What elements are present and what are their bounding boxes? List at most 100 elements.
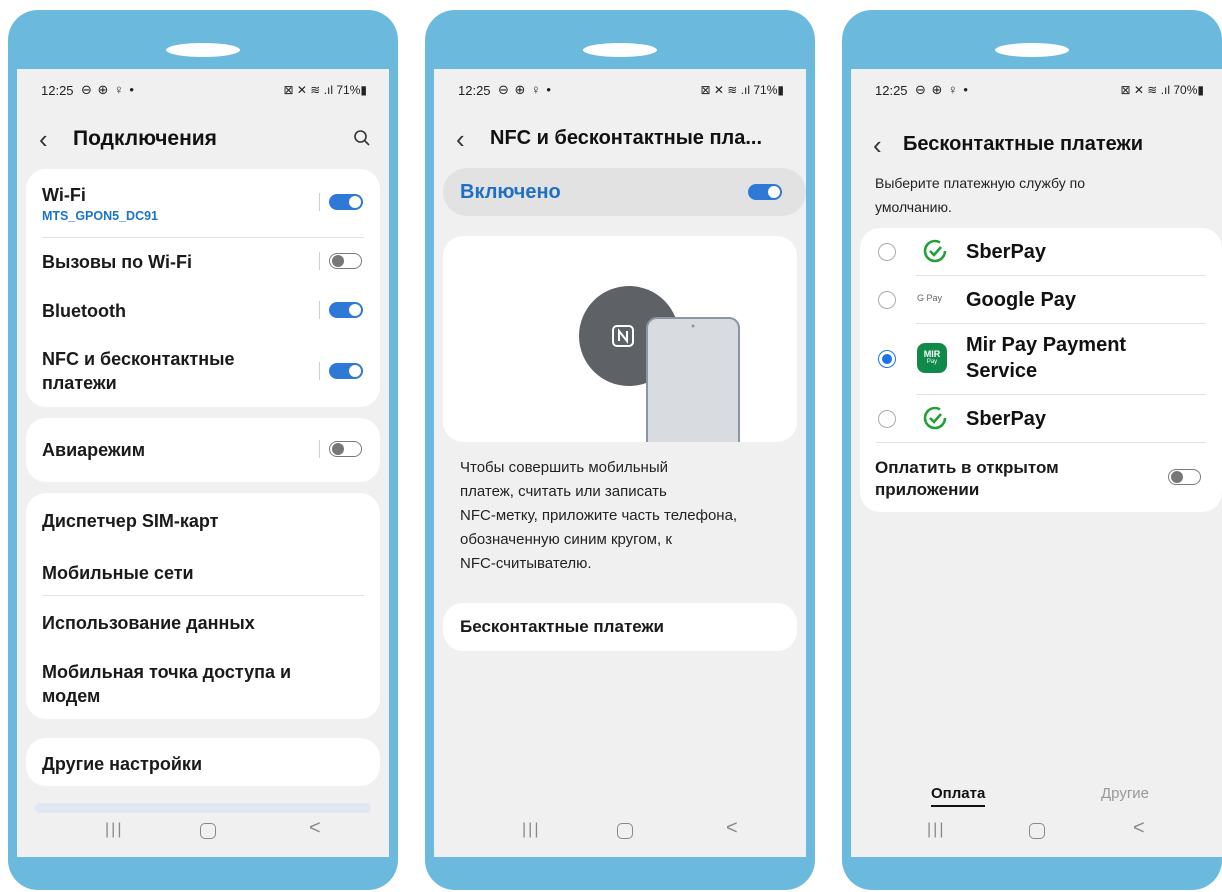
- enabled-bar[interactable]: Включено: [443, 168, 806, 216]
- search-icon[interactable]: [353, 129, 371, 147]
- page-title: NFC и бесконтактные пла...: [490, 127, 763, 149]
- nfc-toggle[interactable]: [329, 363, 363, 379]
- radio-button-selected[interactable]: [878, 350, 896, 368]
- status-time: 12:25: [41, 83, 74, 98]
- status-icons: ⊖ ⊕ ♀ •: [915, 82, 969, 97]
- data-usage-row[interactable]: Использование данных: [26, 596, 380, 646]
- pay-in-open-app-row[interactable]: Оплатить в открытом приложении: [860, 443, 1222, 512]
- sberpay-logo-icon: [923, 239, 947, 263]
- wifi-row[interactable]: Wi-Fi MTS_GPON5_DC91: [26, 169, 380, 237]
- payment-option-mir-pay[interactable]: MIR Pay Mir Pay Payment Service: [860, 324, 1222, 394]
- airplane-toggle[interactable]: [329, 441, 362, 457]
- radio-button[interactable]: [878, 291, 896, 309]
- page-title: Бесконтактные платежи: [903, 133, 1143, 155]
- payments-subtitle: Выберите платежную службу по умолчанию.: [875, 171, 1085, 219]
- hotspot-label-line2: модем: [42, 686, 101, 706]
- back-icon[interactable]: ‹: [873, 131, 882, 159]
- nfc-label-line1: NFC и бесконтактные: [42, 349, 235, 369]
- enabled-label: Включено: [460, 181, 561, 203]
- wifi-calls-toggle[interactable]: [329, 253, 362, 269]
- speaker: [583, 43, 657, 57]
- nav-bar: ||| <: [851, 807, 1222, 857]
- wifi-toggle[interactable]: [329, 194, 363, 210]
- payment-label: SberPay: [966, 408, 1047, 430]
- status-time: 12:25: [875, 83, 908, 98]
- payment-label-line2: Service: [966, 360, 1038, 382]
- pay-in-open-app-label-line1: Оплатить в открытом: [875, 458, 1059, 477]
- nfc-illustration-card: [443, 236, 797, 442]
- payment-option-sberpay[interactable]: SberPay: [860, 228, 1222, 275]
- home-icon[interactable]: [200, 823, 216, 839]
- phone-frame-connections: 12:25 ⊖ ⊕ ♀ • ⊠ ✕ ≋ .ıl 71%▮ ‹ Подключен…: [8, 10, 398, 890]
- recent-apps-icon[interactable]: |||: [927, 821, 945, 839]
- bluetooth-label: Bluetooth: [42, 301, 126, 321]
- bluetooth-row[interactable]: Bluetooth: [26, 287, 380, 335]
- divider: [319, 362, 320, 380]
- divider: [319, 440, 320, 458]
- contactless-payments-label: Бесконтактные платежи: [460, 617, 664, 636]
- back-icon[interactable]: ‹: [39, 125, 48, 153]
- divider: [319, 252, 320, 270]
- connections-card: Wi-Fi MTS_GPON5_DC91 Вызовы по Wi-Fi Blu…: [26, 169, 380, 407]
- other-settings-label: Другие настройки: [42, 754, 203, 774]
- payment-option-sberpay[interactable]: SberPay: [860, 395, 1222, 442]
- back-icon[interactable]: ‹: [456, 125, 465, 153]
- contactless-payments-row[interactable]: Бесконтактные платежи: [443, 603, 797, 651]
- nav-back-icon[interactable]: <: [726, 817, 738, 840]
- payment-option-google-pay[interactable]: G Pay Google Pay: [860, 276, 1222, 323]
- home-icon[interactable]: [1029, 823, 1045, 839]
- other-settings-card: Другие настройки: [26, 738, 380, 786]
- status-bar: 12:25 ⊖ ⊕ ♀ • ⊠ ✕ ≋ .ıl 70%▮: [851, 81, 1222, 101]
- connections-screen: 12:25 ⊖ ⊕ ♀ • ⊠ ✕ ≋ .ıl 71%▮ ‹ Подключен…: [17, 69, 389, 857]
- subtitle-line: умолчанию.: [875, 199, 952, 215]
- network-card: Диспетчер SIM-карт Мобильные сети Исполь…: [26, 493, 380, 719]
- nav-back-icon[interactable]: <: [1133, 817, 1145, 840]
- nav-back-icon[interactable]: <: [309, 817, 321, 840]
- nfc-row[interactable]: NFC и бесконтактные платежи: [26, 335, 380, 407]
- sim-manager-row[interactable]: Диспетчер SIM-карт: [26, 493, 380, 545]
- payment-services-card: SberPay G Pay Google Pay MIR Pay Mir Pay…: [860, 228, 1222, 512]
- desc-line: обозначенную синим кругом, к: [460, 531, 672, 548]
- mir-pay-logo-text: MIR: [923, 349, 941, 359]
- status-battery: ⊠ ✕ ≋ .ıl 71%▮: [700, 83, 784, 97]
- divider: [319, 301, 320, 319]
- status-icons: ⊖ ⊕ ♀ •: [498, 82, 552, 97]
- speaker: [166, 43, 240, 57]
- nav-bar: ||| <: [434, 807, 806, 857]
- page-title: Подключения: [73, 127, 217, 150]
- header: ‹ NFC и бесконтактные пла...: [434, 121, 806, 161]
- header: ‹ Бесконтактные платежи: [851, 127, 1222, 167]
- pay-in-open-app-toggle[interactable]: [1168, 469, 1201, 485]
- radio-button[interactable]: [878, 243, 896, 261]
- wifi-network-name: MTS_GPON5_DC91: [42, 209, 159, 223]
- payment-label: Google Pay: [966, 289, 1077, 311]
- nav-bar: ||| <: [17, 807, 389, 857]
- recent-apps-icon[interactable]: |||: [522, 821, 540, 839]
- mir-pay-logo-icon: MIR Pay: [917, 343, 947, 373]
- radio-button[interactable]: [878, 410, 896, 428]
- phone-frame-payments: 12:25 ⊖ ⊕ ♀ • ⊠ ✕ ≋ .ıl 70%▮ ‹ Бесконтак…: [842, 10, 1222, 890]
- bluetooth-toggle[interactable]: [329, 302, 363, 318]
- sim-manager-label: Диспетчер SIM-карт: [42, 511, 219, 531]
- nfc-phone-illustration: [579, 286, 740, 442]
- home-icon[interactable]: [617, 823, 633, 839]
- nfc-enabled-toggle[interactable]: [748, 184, 782, 200]
- airplane-row[interactable]: Авиарежим: [26, 418, 380, 482]
- desc-line: NFC-метку, приложите часть телефона,: [460, 507, 738, 524]
- tab-other[interactable]: Другие: [1101, 785, 1149, 803]
- mobile-networks-row[interactable]: Мобильные сети: [26, 545, 380, 595]
- tab-payment[interactable]: Оплата: [931, 785, 986, 807]
- status-battery: ⊠ ✕ ≋ .ıl 71%▮: [283, 83, 367, 97]
- recent-apps-icon[interactable]: |||: [105, 821, 123, 839]
- status-bar: 12:25 ⊖ ⊕ ♀ • ⊠ ✕ ≋ .ıl 71%▮: [17, 81, 389, 101]
- mobile-networks-label: Мобильные сети: [42, 563, 194, 583]
- wifi-calls-row[interactable]: Вызовы по Wi-Fi: [26, 238, 380, 286]
- airplane-label: Авиарежим: [42, 440, 146, 460]
- speaker: [995, 43, 1069, 57]
- nfc-description: Чтобы совершить мобильный платеж, считат…: [460, 456, 790, 576]
- other-settings-row[interactable]: Другие настройки: [26, 738, 380, 786]
- status-battery: ⊠ ✕ ≋ .ıl 70%▮: [1120, 83, 1204, 97]
- phone-frame-nfc: 12:25 ⊖ ⊕ ♀ • ⊠ ✕ ≋ .ıl 71%▮ ‹ NFC и бес…: [425, 10, 815, 890]
- hotspot-row[interactable]: Мобильная точка доступа и модем: [26, 646, 380, 719]
- desc-line: NFC-считывателю.: [460, 555, 592, 572]
